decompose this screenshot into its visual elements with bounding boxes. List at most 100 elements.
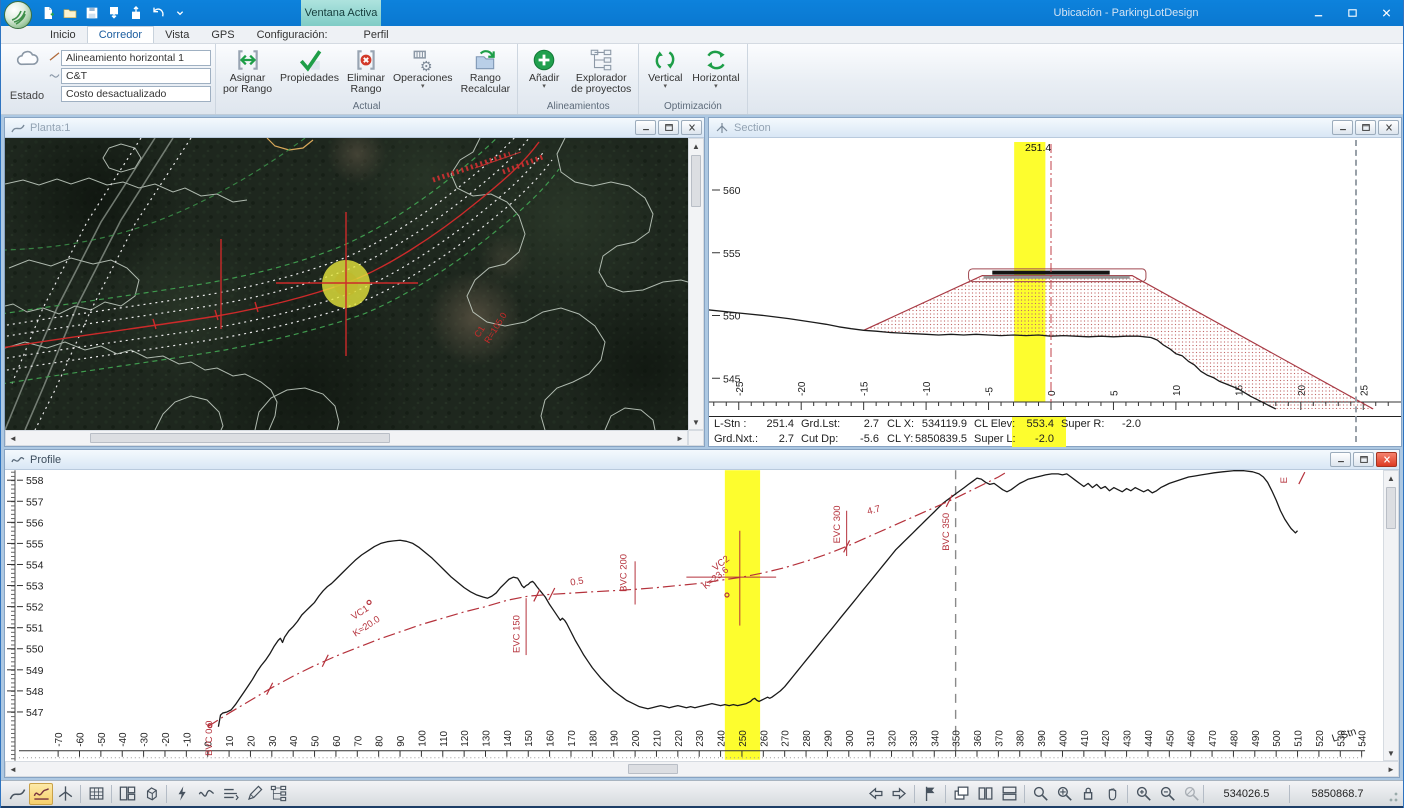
next-arrow-icon[interactable] xyxy=(887,783,911,805)
svg-text:350: 350 xyxy=(952,730,963,747)
scroll-left-icon[interactable]: ◄ xyxy=(6,431,20,445)
scroll-down-icon[interactable]: ▼ xyxy=(689,415,703,429)
tab-vista[interactable]: Vista xyxy=(154,27,200,43)
scroll-left-icon[interactable]: ◄ xyxy=(6,762,20,776)
section-close-button[interactable] xyxy=(1378,120,1399,135)
section-titlebar[interactable]: Section xyxy=(709,118,1401,138)
offsets-tool-icon[interactable] xyxy=(218,783,242,805)
section-maximize-button[interactable] xyxy=(1355,120,1376,135)
profile-titlebar[interactable]: Profile xyxy=(5,450,1399,470)
tab-configuración[interactable]: Configuración: xyxy=(246,27,339,43)
horizontal-alignment-field[interactable] xyxy=(61,50,211,66)
check-icon xyxy=(297,47,323,73)
plan-vertical-scrollbar[interactable]: ▲ ▼ xyxy=(688,138,704,430)
profile-minimize-button[interactable] xyxy=(1330,452,1351,467)
ribbon-group-label: Optimización xyxy=(642,101,743,114)
readout-value: 5850839.5 xyxy=(907,433,967,445)
scroll-up-icon[interactable]: ▲ xyxy=(689,139,703,153)
close-window-button[interactable] xyxy=(1369,0,1403,26)
svg-text:110: 110 xyxy=(439,730,450,746)
profile-annotation: BVC 0.0 xyxy=(204,721,215,756)
save-icon[interactable] xyxy=(83,4,101,22)
undo-icon[interactable] xyxy=(149,4,167,22)
maximize-window-button[interactable] xyxy=(1335,0,1369,26)
ribbon-button-label: Eliminar Rango xyxy=(347,73,385,95)
ribbon-button-rango-recalcular[interactable]: Rango Recalcular xyxy=(457,45,515,97)
tab-inicio[interactable]: Inicio xyxy=(39,27,87,43)
profile-tool-icon[interactable] xyxy=(29,783,53,805)
import-icon[interactable] xyxy=(105,4,123,22)
svg-text:10: 10 xyxy=(1172,384,1183,396)
plan-map-canvas[interactable]: C1 R=105.0 xyxy=(5,138,688,430)
open-folder-icon[interactable] xyxy=(61,4,79,22)
resize-grip[interactable] xyxy=(1387,785,1399,803)
flag-icon[interactable] xyxy=(918,783,942,805)
bolt-tool-icon[interactable] xyxy=(170,783,194,805)
zoom-window-icon[interactable] xyxy=(1028,783,1052,805)
ribbon-button-explorador-de-proyectos[interactable]: Explorador de proyectos xyxy=(567,45,635,97)
minimize-window-button[interactable] xyxy=(1301,0,1335,26)
wave-tool-icon[interactable] xyxy=(194,783,218,805)
section-plot[interactable]: 560555550545-25-20-15-10-50510152025251.… xyxy=(709,138,1401,416)
scroll-right-icon[interactable]: ► xyxy=(673,431,687,445)
cost-status-field[interactable] xyxy=(61,86,211,102)
field-icons xyxy=(47,47,61,114)
cascade-icon[interactable] xyxy=(949,783,973,805)
svg-text:⚙: ⚙ xyxy=(420,58,433,73)
customize-dropdown-icon[interactable] xyxy=(171,4,189,22)
ct-field[interactable] xyxy=(61,68,211,84)
dropdown-arrow-icon: ▾ xyxy=(542,84,546,90)
plan-horizontal-scrollbar[interactable]: ◄ ► xyxy=(5,430,688,446)
section-minimize-button[interactable] xyxy=(1332,120,1353,135)
ribbon-group-actual: Asignar por RangoPropiedadesEliminar Ran… xyxy=(216,44,518,114)
scroll-up-icon[interactable]: ▲ xyxy=(1384,471,1398,485)
svg-text:420: 420 xyxy=(1101,730,1112,747)
zoom-in-icon[interactable] xyxy=(1131,783,1155,805)
scroll-right-icon[interactable]: ► xyxy=(1384,762,1398,776)
ribbon-button-propiedades[interactable]: Propiedades xyxy=(276,45,343,86)
tab-corredor[interactable]: Corredor xyxy=(87,26,154,43)
tree-tool-icon[interactable] xyxy=(266,783,290,805)
svg-text:-30: -30 xyxy=(140,732,151,747)
tile-horizontal-icon[interactable] xyxy=(997,783,1021,805)
tile-vertical-icon[interactable] xyxy=(973,783,997,805)
planta-minimize-button[interactable] xyxy=(635,120,656,135)
alignment-tool-icon[interactable] xyxy=(5,783,29,805)
planta-close-button[interactable] xyxy=(681,120,702,135)
estado-button[interactable]: Estado xyxy=(7,47,47,114)
ribbon-button-horizontal[interactable]: Horizontal▾ xyxy=(688,45,743,92)
profile-close-button[interactable] xyxy=(1376,452,1397,467)
zoom-out-icon[interactable] xyxy=(1155,783,1179,805)
ribbon-button-asignar-por-rango[interactable]: Asignar por Rango xyxy=(219,45,276,97)
section-station-label: 251.4 xyxy=(1025,142,1051,154)
planta-titlebar[interactable]: Planta:1 xyxy=(5,118,704,138)
tab-gps[interactable]: GPS xyxy=(200,27,245,43)
panels-tool-icon[interactable] xyxy=(115,783,139,805)
ribbon-button-vertical[interactable]: Vertical▾ xyxy=(642,45,688,92)
cube-tool-icon[interactable] xyxy=(139,783,163,805)
ribbon-button-operaciones[interactable]: ⚙Operaciones▾ xyxy=(389,45,457,92)
tab-perfil[interactable]: Perfil xyxy=(353,27,400,43)
pan-icon[interactable] xyxy=(1100,783,1124,805)
lock-zoom-icon[interactable] xyxy=(1076,783,1100,805)
app-logo-icon[interactable] xyxy=(4,1,32,29)
add-icon xyxy=(531,47,557,73)
export-icon[interactable] xyxy=(127,4,145,22)
grid-tool-icon[interactable] xyxy=(84,783,108,805)
ribbon-button-eliminar-rango[interactable]: Eliminar Rango xyxy=(343,45,389,97)
ribbon-button-añadir[interactable]: Añadir▾ xyxy=(521,45,567,92)
svg-text:260: 260 xyxy=(759,730,770,747)
zoom-extents-icon[interactable] xyxy=(1052,783,1076,805)
scroll-down-icon[interactable]: ▼ xyxy=(1384,746,1398,760)
profile-horizontal-scrollbar[interactable]: ◄ ► xyxy=(5,761,1399,777)
svg-text:550: 550 xyxy=(26,645,44,656)
profile-vertical-scrollbar[interactable]: ▲ ▼ xyxy=(1383,470,1399,761)
planta-maximize-button[interactable] xyxy=(658,120,679,135)
prev-arrow-icon[interactable] xyxy=(863,783,887,805)
section-tool-icon[interactable] xyxy=(53,783,77,805)
new-file-icon[interactable] xyxy=(39,4,57,22)
profile-plot[interactable]: 547548549550551552553554555556557558-70-… xyxy=(5,470,1383,761)
edit-tool-icon[interactable] xyxy=(242,783,266,805)
profile-maximize-button[interactable] xyxy=(1353,452,1374,467)
zoom-previous-icon[interactable] xyxy=(1179,783,1203,805)
